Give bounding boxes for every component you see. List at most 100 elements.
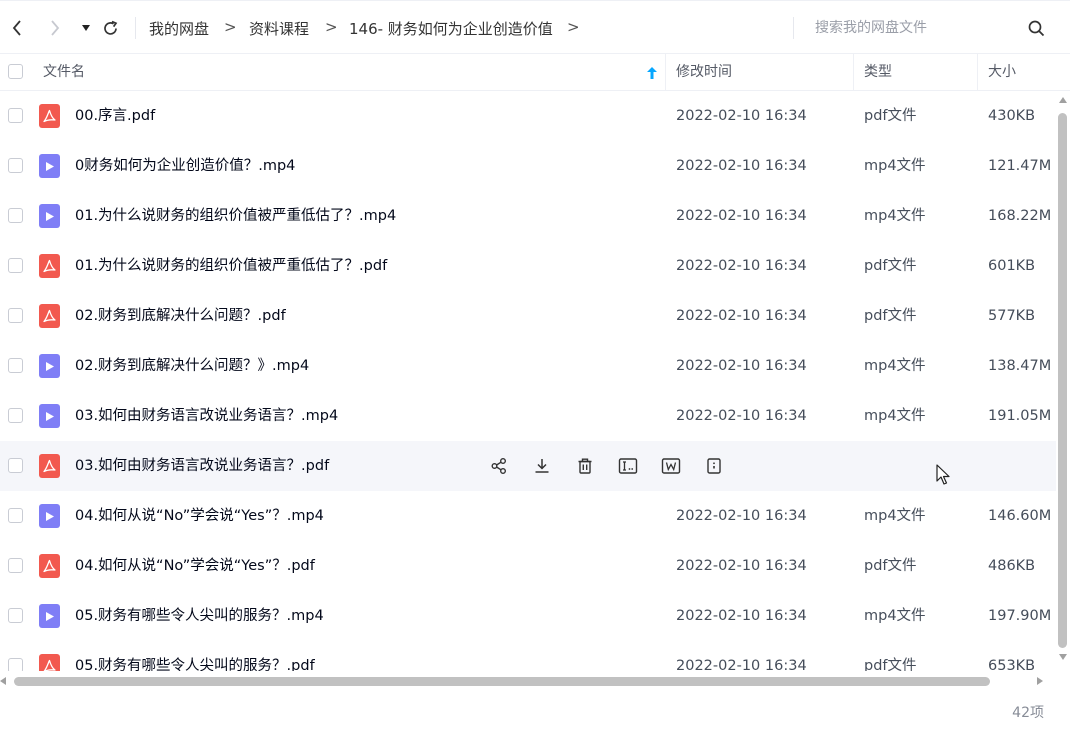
row-checkbox[interactable] — [8, 308, 23, 323]
file-row[interactable]: 01.为什么说财务的组织价值被严重低估了？.pdf 2022-02-10 16:3… — [0, 241, 1056, 291]
row-actions — [488, 455, 746, 477]
file-modified-time: 2022-02-10 16:34 — [676, 158, 807, 174]
file-size: 138.47M — [988, 358, 1052, 374]
file-row[interactable]: 04.如何从说“No”学会说“Yes”？.pdf 2022-02-10 16:34… — [0, 541, 1056, 591]
breadcrumb-item-current-folder[interactable]: 146- 财务如何为企业创造价值 — [349, 18, 553, 39]
row-checkbox[interactable] — [8, 408, 23, 423]
row-checkbox[interactable] — [8, 258, 23, 273]
row-checkbox[interactable] — [8, 358, 23, 373]
file-name[interactable]: 02.财务到底解决什么问题？.pdf — [75, 291, 286, 341]
file-row[interactable]: 01.为什么说财务的组织价值被严重低估了？.mp4 2022-02-10 16:3… — [0, 191, 1056, 241]
file-row[interactable]: 05.财务有哪些令人尖叫的服务？.pdf 2022-02-10 16:34 pdf文… — [0, 641, 1056, 671]
download-icon[interactable] — [531, 455, 553, 477]
column-header-name[interactable]: 文件名 — [43, 54, 85, 90]
column-divider — [977, 54, 978, 90]
delete-icon[interactable] — [574, 455, 596, 477]
file-type: pdf文件 — [864, 258, 917, 274]
share-icon[interactable] — [488, 455, 510, 477]
file-name[interactable]: 05.财务有哪些令人尖叫的服务？.mp4 — [75, 591, 324, 641]
file-modified-time: 2022-02-10 16:34 — [676, 358, 807, 374]
search-icon — [1028, 20, 1044, 36]
file-name[interactable]: 04.如何从说“No”学会说“Yes”？.mp4 — [75, 491, 324, 541]
scroll-right-arrow-icon[interactable] — [1037, 677, 1043, 685]
vertical-scrollbar[interactable] — [1056, 91, 1070, 671]
row-checkbox[interactable] — [8, 108, 23, 123]
scroll-left-arrow-icon[interactable] — [0, 677, 6, 685]
file-list: 00.序言.pdf 2022-02-10 16:34 pdf文件 430KB 0财务如何… — [0, 91, 1056, 671]
breadcrumb-item-courses[interactable]: 资料课程 — [249, 18, 309, 39]
scroll-up-arrow-icon[interactable] — [1059, 97, 1067, 103]
pdf-file-icon — [39, 254, 60, 278]
breadcrumb-separator: > — [325, 18, 338, 36]
search-divider — [793, 17, 794, 39]
file-modified-time: 2022-02-10 16:34 — [676, 508, 807, 524]
file-size: 577KB — [988, 308, 1036, 324]
video-file-icon — [39, 204, 60, 228]
file-name[interactable]: 03.如何由财务语言改说业务语言？.mp4 — [75, 391, 338, 441]
file-name[interactable]: 05.财务有哪些令人尖叫的服务？.pdf — [75, 641, 315, 671]
file-size: 486KB — [988, 558, 1036, 574]
forward-button[interactable] — [43, 15, 67, 41]
search-input[interactable] — [815, 15, 1015, 41]
file-row[interactable]: 02.财务到底解决什么问题？.pdf 2022-02-10 16:34 pdf文件 5… — [0, 291, 1056, 341]
breadcrumb-separator: > — [224, 18, 237, 36]
caret-down-icon — [82, 25, 90, 31]
select-all-checkbox[interactable] — [8, 64, 23, 79]
file-type: pdf文件 — [864, 108, 917, 124]
file-type: pdf文件 — [864, 308, 917, 324]
file-row[interactable]: 04.如何从说“No”学会说“Yes”？.mp4 2022-02-10 16:34… — [0, 491, 1056, 541]
word-convert-icon[interactable] — [660, 455, 682, 477]
file-row[interactable]: 05.财务有哪些令人尖叫的服务？.mp4 2022-02-10 16:34 mp4文… — [0, 591, 1056, 641]
file-type: mp4文件 — [864, 508, 926, 524]
row-checkbox[interactable] — [8, 208, 23, 223]
file-name[interactable]: 01.为什么说财务的组织价值被严重低估了？.pdf — [75, 241, 387, 291]
column-header-type[interactable]: 类型 — [864, 54, 892, 90]
toolbar: 我的网盘 > 资料课程 > 146- 财务如何为企业创造价值 > — [0, 0, 1070, 54]
file-row[interactable]: 0财务如何为企业创造价值？.mp4 2022-02-10 16:34 mp4文件 12… — [0, 141, 1056, 191]
chevron-right-icon — [51, 20, 60, 36]
pdf-file-icon — [39, 554, 60, 578]
scroll-down-arrow-icon[interactable] — [1059, 654, 1067, 660]
video-file-icon — [39, 154, 60, 178]
breadcrumb-item-my-drive[interactable]: 我的网盘 — [149, 18, 209, 39]
history-dropdown-button[interactable] — [74, 15, 98, 41]
row-checkbox[interactable] — [8, 658, 23, 671]
file-size: 168.22M — [988, 208, 1052, 224]
row-checkbox[interactable] — [8, 508, 23, 523]
file-row[interactable]: 03.如何由财务语言改说业务语言？.mp4 2022-02-10 16:34 mp4… — [0, 391, 1056, 441]
file-size: 601KB — [988, 258, 1036, 274]
file-name[interactable]: 03.如何由财务语言改说业务语言？.pdf — [75, 441, 329, 491]
more-icon[interactable] — [703, 455, 725, 477]
row-checkbox[interactable] — [8, 458, 23, 473]
row-checkbox[interactable] — [8, 558, 23, 573]
row-checkbox[interactable] — [8, 608, 23, 623]
file-modified-time: 2022-02-10 16:34 — [676, 258, 807, 274]
file-row[interactable]: 02.财务到底解决什么问题？》.mp4 2022-02-10 16:34 mp4文件… — [0, 341, 1056, 391]
column-header-size[interactable]: 大小 — [988, 54, 1016, 90]
search-button[interactable] — [1024, 15, 1048, 41]
toolbar-divider — [135, 17, 136, 39]
file-modified-time: 2022-02-10 16:34 — [676, 308, 807, 324]
file-type: pdf文件 — [864, 558, 917, 574]
file-size: 430KB — [988, 108, 1036, 124]
refresh-button[interactable] — [98, 15, 122, 41]
file-modified-time: 2022-02-10 16:34 — [676, 658, 807, 671]
sort-up-arrow-icon[interactable] — [646, 65, 658, 84]
file-name[interactable]: 01.为什么说财务的组织价值被严重低估了？.mp4 — [75, 191, 396, 241]
file-name[interactable]: 00.序言.pdf — [75, 91, 155, 141]
rename-icon[interactable] — [617, 455, 639, 477]
file-type: mp4文件 — [864, 358, 926, 374]
horizontal-scroll-thumb[interactable] — [14, 677, 990, 686]
file-row[interactable]: 03.如何由财务语言改说业务语言？.pdf — [0, 441, 1056, 491]
breadcrumb-separator: > — [567, 18, 580, 36]
horizontal-scrollbar[interactable] — [0, 672, 1056, 688]
file-name[interactable]: 04.如何从说“No”学会说“Yes”？.pdf — [75, 541, 315, 591]
file-name[interactable]: 02.财务到底解决什么问题？》.mp4 — [75, 341, 309, 391]
file-row[interactable]: 00.序言.pdf 2022-02-10 16:34 pdf文件 430KB — [0, 91, 1056, 141]
row-checkbox[interactable] — [8, 158, 23, 173]
file-size: 191.05M — [988, 408, 1052, 424]
file-name[interactable]: 0财务如何为企业创造价值？.mp4 — [75, 141, 295, 191]
column-header-modified[interactable]: 修改时间 — [676, 54, 732, 90]
back-button[interactable] — [5, 15, 29, 41]
vertical-scroll-thumb[interactable] — [1058, 113, 1067, 648]
